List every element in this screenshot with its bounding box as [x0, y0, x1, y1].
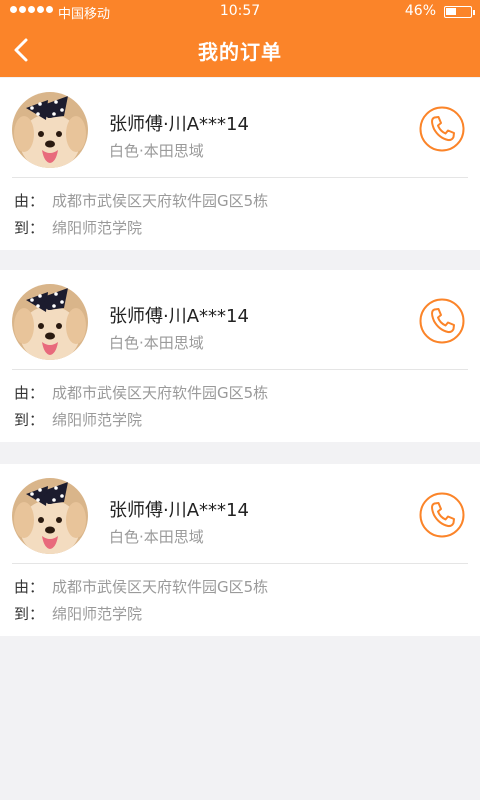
route-to: 到： 绵阳师范学院: [14, 409, 142, 430]
car-description: 白色·本田思域: [109, 334, 204, 352]
battery-fill: [446, 8, 456, 15]
route-from: 由： 成都市武侯区天府软件园G区5栋: [14, 190, 268, 211]
driver-avatar: [12, 92, 88, 168]
route-to: 到： 绵阳师范学院: [14, 603, 142, 624]
battery-icon: [444, 6, 475, 18]
to-label: 到：: [14, 605, 45, 623]
phone-call-icon[interactable]: [419, 298, 465, 344]
to-label: 到：: [14, 411, 45, 429]
from-label: 由：: [14, 578, 45, 596]
driver-name-plate: 张师傅·川A***14: [109, 114, 249, 135]
phone-call-icon[interactable]: [419, 492, 465, 538]
from-address: 成都市武侯区天府软件园G区5栋: [52, 578, 269, 596]
car-description: 白色·本田思域: [109, 142, 204, 160]
driver-name-plate: 张师傅·川A***14: [109, 500, 249, 521]
route-from: 由： 成都市武侯区天府软件园G区5栋: [14, 576, 268, 597]
from-label: 由：: [14, 384, 45, 402]
route-from: 由： 成都市武侯区天府软件园G区5栋: [14, 382, 268, 403]
driver-name-plate: 张师傅·川A***14: [109, 306, 249, 327]
status-bar: 中国移动 10:57 46%: [0, 0, 480, 24]
order-card[interactable]: 张师傅·川A***14 白色·本田思域 由： 成都市武侯区天府软件园G区5栋 到：…: [0, 270, 480, 442]
to-label: 到：: [14, 219, 45, 237]
page-title: 我的订单: [198, 40, 282, 64]
nav-bar: 我的订单: [0, 24, 480, 77]
order-card[interactable]: 张师傅·川A***14 白色·本田思域 由： 成都市武侯区天府软件园G区5栋 到：…: [0, 78, 480, 250]
from-label: 由：: [14, 192, 45, 210]
card-divider: [12, 369, 468, 370]
phone-call-icon[interactable]: [419, 106, 465, 152]
card-divider: [12, 563, 468, 564]
card-divider: [12, 177, 468, 178]
battery-percent: 46%: [404, 3, 436, 19]
driver-avatar: [12, 478, 88, 554]
to-address: 绵阳师范学院: [52, 605, 143, 623]
driver-avatar: [12, 284, 88, 360]
to-address: 绵阳师范学院: [52, 411, 143, 429]
car-description: 白色·本田思域: [109, 528, 204, 546]
route-to: 到： 绵阳师范学院: [14, 217, 142, 238]
to-address: 绵阳师范学院: [52, 219, 143, 237]
from-address: 成都市武侯区天府软件园G区5栋: [52, 192, 269, 210]
order-card[interactable]: 张师傅·川A***14 白色·本田思域 由： 成都市武侯区天府软件园G区5栋 到：…: [0, 464, 480, 636]
from-address: 成都市武侯区天府软件园G区5栋: [52, 384, 269, 402]
app-header: 中国移动 10:57 46% 我的订单: [0, 0, 480, 77]
